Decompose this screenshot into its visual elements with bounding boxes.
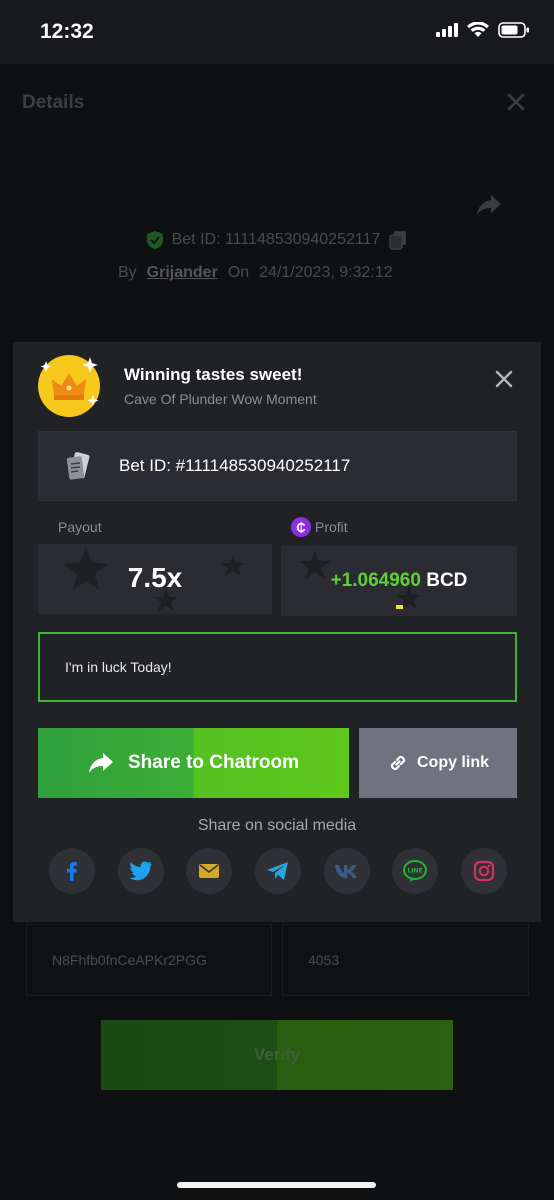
seed-value: N8Fhfb0fnCeAPKr2PGG xyxy=(52,952,207,968)
email-share-button[interactable] xyxy=(186,848,233,894)
bet-id-value: Bet ID: #111148530940252117 xyxy=(119,456,351,475)
nonce-value: 4053 xyxy=(308,952,340,968)
verify-button[interactable]: Verify xyxy=(101,1020,453,1090)
share-win-modal: Winning tastes sweet! Cave Of Plunder Wo… xyxy=(13,342,541,922)
status-time: 12:32 xyxy=(40,20,94,43)
profit-label-group: ₵ Profit xyxy=(291,517,348,537)
profit-label: Profit xyxy=(315,519,348,535)
svg-text:LINE: LINE xyxy=(408,868,423,875)
wifi-icon xyxy=(467,22,489,37)
share-message-text: I'm in luck Today! xyxy=(65,659,172,675)
line-icon: LINE xyxy=(403,860,428,882)
copy-link-button[interactable]: Copy link xyxy=(359,728,517,798)
link-icon xyxy=(390,755,406,771)
share-to-chatroom-label: Share to Chatroom xyxy=(127,752,300,773)
bet-id-line: Bet ID: 111148530940252117 xyxy=(0,230,554,250)
instagram-icon xyxy=(473,860,495,882)
close-icon[interactable] xyxy=(506,92,526,112)
telegram-icon xyxy=(266,862,288,880)
social-share-row: LINE xyxy=(49,848,507,894)
payout-label: Payout xyxy=(58,519,102,535)
crown-avatar-icon xyxy=(38,355,100,417)
on-label: On xyxy=(227,264,250,281)
bet-id-box: Bet ID: #111148530940252117 xyxy=(38,431,517,501)
seed-box: N8Fhfb0fnCeAPKr2PGG xyxy=(26,924,272,996)
battery-icon xyxy=(498,22,529,38)
status-icons xyxy=(436,22,530,38)
copy-link-label: Copy link xyxy=(416,754,489,771)
instagram-share-button[interactable] xyxy=(460,848,507,894)
home-indicator[interactable] xyxy=(177,1182,376,1188)
profit-value: +1.064960 BCD xyxy=(281,570,517,592)
copy-icon[interactable] xyxy=(388,230,408,250)
payout-value: 7.5x xyxy=(127,562,183,593)
verified-shield-icon xyxy=(146,231,163,249)
status-bar: 12:32 xyxy=(0,0,554,64)
modal-title: Winning tastes sweet! xyxy=(124,365,303,384)
profit-amount: +1.064960 xyxy=(330,570,421,591)
by-label: By xyxy=(118,264,137,281)
facebook-share-button[interactable] xyxy=(49,848,95,894)
facebook-icon xyxy=(67,862,77,881)
payout-box: 7.5x xyxy=(38,544,272,614)
email-icon xyxy=(199,864,220,878)
close-icon[interactable] xyxy=(495,370,513,388)
ticket-icon xyxy=(66,452,90,480)
bet-date: 24/1/2023, 9:32:12 xyxy=(259,264,393,281)
modal-subtitle: Cave Of Plunder Wow Moment xyxy=(124,391,317,407)
bcd-coin-icon: ₵ xyxy=(291,517,311,537)
twitter-share-button[interactable] xyxy=(117,848,164,894)
profit-currency: BCD xyxy=(426,570,468,591)
social-share-label: Share on social media xyxy=(197,817,357,834)
vk-share-button[interactable] xyxy=(323,848,370,894)
share-message-input[interactable]: I'm in luck Today! xyxy=(38,632,517,702)
twitter-icon xyxy=(129,861,152,881)
nonce-box: 4053 xyxy=(282,924,529,996)
bet-byline: By Grijander On 24/1/2023, 9:32:12 xyxy=(118,264,393,282)
line-share-button[interactable]: LINE xyxy=(392,848,439,894)
vk-icon xyxy=(334,865,357,878)
share-arrow-icon[interactable] xyxy=(476,194,502,216)
cellular-signal-icon xyxy=(436,23,458,37)
telegram-share-button[interactable] xyxy=(254,848,301,894)
share-arrow-icon xyxy=(88,753,113,773)
profit-box: +1.064960 BCD xyxy=(281,546,517,616)
bet-id-text: Bet ID: 111148530940252117 xyxy=(171,231,381,248)
username-link[interactable]: Grijander xyxy=(147,264,218,282)
details-title: Details xyxy=(22,92,85,113)
share-to-chatroom-button[interactable]: Share to Chatroom xyxy=(38,728,349,798)
